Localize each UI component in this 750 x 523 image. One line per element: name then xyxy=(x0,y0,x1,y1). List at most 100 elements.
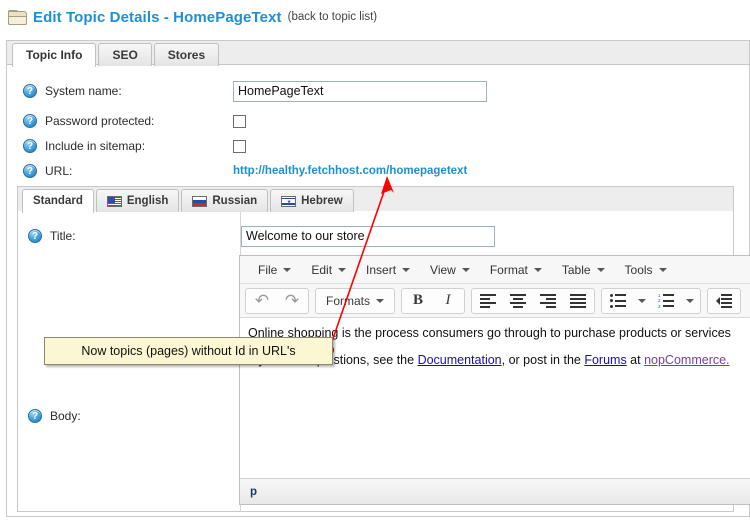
outdent-icon[interactable] xyxy=(709,289,739,313)
include-in-sitemap-label: Include in sitemap: xyxy=(45,139,146,153)
back-to-topic-list-link[interactable]: (back to topic list) xyxy=(288,11,377,23)
flag-ru-icon xyxy=(192,195,208,207)
chevron-down-icon xyxy=(376,298,385,303)
align-justify-icon[interactable] xyxy=(563,289,593,313)
help-icon[interactable]: ? xyxy=(28,409,42,423)
rich-text-editor: File Edit Insert View Format Table Tools… xyxy=(239,255,750,505)
topic-url-link[interactable]: http://healthy.fetchhost.com/homepagetex… xyxy=(233,165,467,177)
help-icon[interactable]: ? xyxy=(28,229,42,243)
url-control: http://healthy.fetchhost.com/homepagetex… xyxy=(233,158,467,184)
menu-table-label: Table xyxy=(561,262,591,277)
align-left-icon[interactable] xyxy=(473,289,503,313)
toolbar-group-align xyxy=(471,287,596,314)
toolbar-group-style: B I xyxy=(401,287,466,314)
documentation-link[interactable]: Documentation xyxy=(418,353,502,367)
menu-view-label: View xyxy=(430,262,456,277)
locale-tab-russian-label: Russian xyxy=(212,194,258,207)
menu-format[interactable]: Format xyxy=(481,259,551,281)
help-icon[interactable]: ? xyxy=(23,139,37,153)
password-protected-label: Password protected: xyxy=(45,114,155,128)
undo-icon[interactable]: ↶ xyxy=(247,289,277,313)
locale-tab-hebrew[interactable]: Hebrew xyxy=(270,189,354,212)
italic-button[interactable]: I xyxy=(433,289,463,313)
flag-il-icon xyxy=(281,195,297,207)
annotation-callout: Now topics (pages) without Id in URL's xyxy=(44,337,333,365)
toolbar-group-formats: Formats xyxy=(315,287,396,314)
title-label-group: ? Title: xyxy=(28,223,76,249)
locale-tab-standard[interactable]: Standard xyxy=(22,189,94,213)
help-icon[interactable]: ? xyxy=(23,114,37,128)
title-control xyxy=(241,223,495,249)
locale-tab-russian[interactable]: Russian xyxy=(181,189,269,212)
chevron-down-icon xyxy=(338,267,347,272)
body-label: Body: xyxy=(50,409,81,423)
field-row-system-name: ? System name: xyxy=(7,78,749,104)
help-icon[interactable]: ? xyxy=(23,84,37,98)
field-row-password-protected: ? Password protected: xyxy=(7,108,749,134)
include-in-sitemap-label-group: ? Include in sitemap: xyxy=(23,133,145,159)
locale-tab-english[interactable]: English xyxy=(95,189,180,212)
align-center-icon[interactable] xyxy=(503,289,533,313)
menu-insert[interactable]: Insert xyxy=(357,259,419,281)
align-right-icon[interactable] xyxy=(533,289,563,313)
page-title: Edit Topic Details - HomePageText xyxy=(33,8,282,26)
toolbar-group-indent xyxy=(707,287,742,314)
editor-paragraph-2-mid: , or post in the xyxy=(501,353,585,367)
menu-file[interactable]: File xyxy=(249,259,300,281)
toolbar-group-history: ↶ ↷ xyxy=(245,287,309,314)
formats-dropdown[interactable]: Formats xyxy=(317,289,393,313)
chevron-down-icon xyxy=(402,267,411,272)
nopcommerce-link[interactable]: nopCommerce. xyxy=(644,353,729,367)
menu-view[interactable]: View xyxy=(421,259,479,281)
tab-seo[interactable]: SEO xyxy=(98,43,152,66)
title-input[interactable] xyxy=(241,225,495,247)
folder-icon xyxy=(8,9,27,25)
title-label: Title: xyxy=(50,229,76,243)
annotation-callout-text: Now topics (pages) without Id in URL's xyxy=(81,344,296,358)
bullet-list-dropdown[interactable] xyxy=(633,289,651,313)
field-row-url: ? URL: http://healthy.fetchhost.com/home… xyxy=(7,158,749,184)
menu-format-label: Format xyxy=(489,262,528,277)
bold-button[interactable]: B xyxy=(403,289,433,313)
system-name-control xyxy=(233,78,487,104)
menu-tools[interactable]: Tools xyxy=(616,259,676,281)
bullet-list-icon[interactable] xyxy=(603,289,633,313)
flag-us-icon xyxy=(106,195,122,207)
editor-menubar: File Edit Insert View Format Table Tools xyxy=(240,256,750,284)
main-tabstrip: Topic Info SEO Stores xyxy=(6,40,750,67)
page-header: Edit Topic Details - HomePageText (back … xyxy=(0,0,750,34)
menu-file-label: File xyxy=(258,262,278,277)
editor-statusbar: p xyxy=(240,478,750,504)
formats-label: Formats xyxy=(326,293,371,308)
include-in-sitemap-control xyxy=(233,133,246,159)
locale-tab-hebrew-label: Hebrew xyxy=(301,194,343,207)
main-tabs: Topic Info SEO Stores xyxy=(12,43,221,67)
redo-icon[interactable]: ↷ xyxy=(277,289,307,313)
forums-link[interactable]: Forums xyxy=(584,353,626,367)
chevron-down-icon xyxy=(283,267,292,272)
tab-stores[interactable]: Stores xyxy=(153,43,220,66)
menu-insert-label: Insert xyxy=(366,262,397,277)
password-protected-checkbox[interactable] xyxy=(233,114,246,128)
element-path[interactable]: p xyxy=(250,486,257,498)
chevron-down-icon xyxy=(533,267,542,272)
body-label-group: ? Body: xyxy=(28,403,81,429)
tab-topic-info[interactable]: Topic Info xyxy=(12,43,97,67)
field-row-include-in-sitemap: ? Include in sitemap: xyxy=(7,133,749,159)
locale-tab-english-label: English xyxy=(126,194,169,207)
editor-paragraph-2-mid2: at xyxy=(626,353,645,367)
password-protected-label-group: ? Password protected: xyxy=(23,108,154,134)
toolbar-group-lists: 1 2 3 xyxy=(601,287,702,314)
system-name-label-group: ? System name: xyxy=(23,78,122,104)
menu-tools-label: Tools xyxy=(624,262,653,277)
include-in-sitemap-checkbox[interactable] xyxy=(233,139,246,153)
url-label: URL: xyxy=(45,164,73,178)
numbered-list-dropdown[interactable] xyxy=(681,289,699,313)
menu-table[interactable]: Table xyxy=(553,259,614,281)
system-name-input[interactable] xyxy=(233,80,487,102)
locale-tab-standard-label: Standard xyxy=(33,195,83,207)
menu-edit[interactable]: Edit xyxy=(302,259,355,281)
menu-edit-label: Edit xyxy=(311,262,333,277)
numbered-list-icon[interactable]: 1 2 3 xyxy=(651,289,681,313)
help-icon[interactable]: ? xyxy=(23,164,37,178)
